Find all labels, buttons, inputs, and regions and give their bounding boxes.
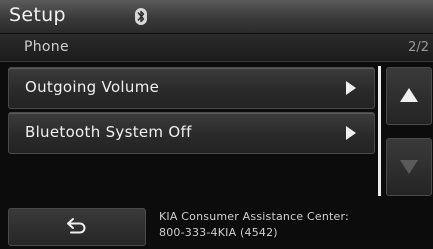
back-button[interactable] (8, 208, 146, 246)
page-title: Setup (9, 4, 66, 26)
section-title: Phone (24, 39, 69, 55)
arrow-down-icon (400, 160, 418, 174)
bluetooth-icon (135, 8, 147, 25)
menu-item-outgoing-volume[interactable]: Outgoing Volume (8, 67, 375, 109)
setup-phone-screen: Setup Phone 2/2 Outgoing Volume Bluetoot… (0, 0, 433, 249)
menu-item-bluetooth-system-off[interactable]: Bluetooth System Off (8, 112, 375, 154)
scroll-down-button[interactable] (386, 138, 432, 196)
scrollbar-thumb[interactable] (378, 66, 381, 196)
arrow-right-icon (346, 126, 356, 140)
back-icon (67, 218, 86, 234)
page-indicator: 2/2 (408, 40, 429, 55)
assistance-info: KIA Consumer Assistance Center: 800-333-… (159, 209, 349, 241)
title-bar: Setup (0, 0, 433, 34)
section-header: Phone 2/2 (0, 34, 433, 62)
assistance-info-line2: 800-333-4KIA (4542) (159, 226, 278, 239)
assistance-info-line1: KIA Consumer Assistance Center: (159, 210, 349, 223)
arrow-right-icon (346, 81, 356, 95)
menu-item-label: Outgoing Volume (25, 78, 160, 96)
scroll-up-button[interactable] (386, 67, 432, 125)
arrow-up-icon (400, 88, 418, 102)
menu-item-label: Bluetooth System Off (25, 123, 192, 141)
scrollbar[interactable] (378, 66, 381, 196)
